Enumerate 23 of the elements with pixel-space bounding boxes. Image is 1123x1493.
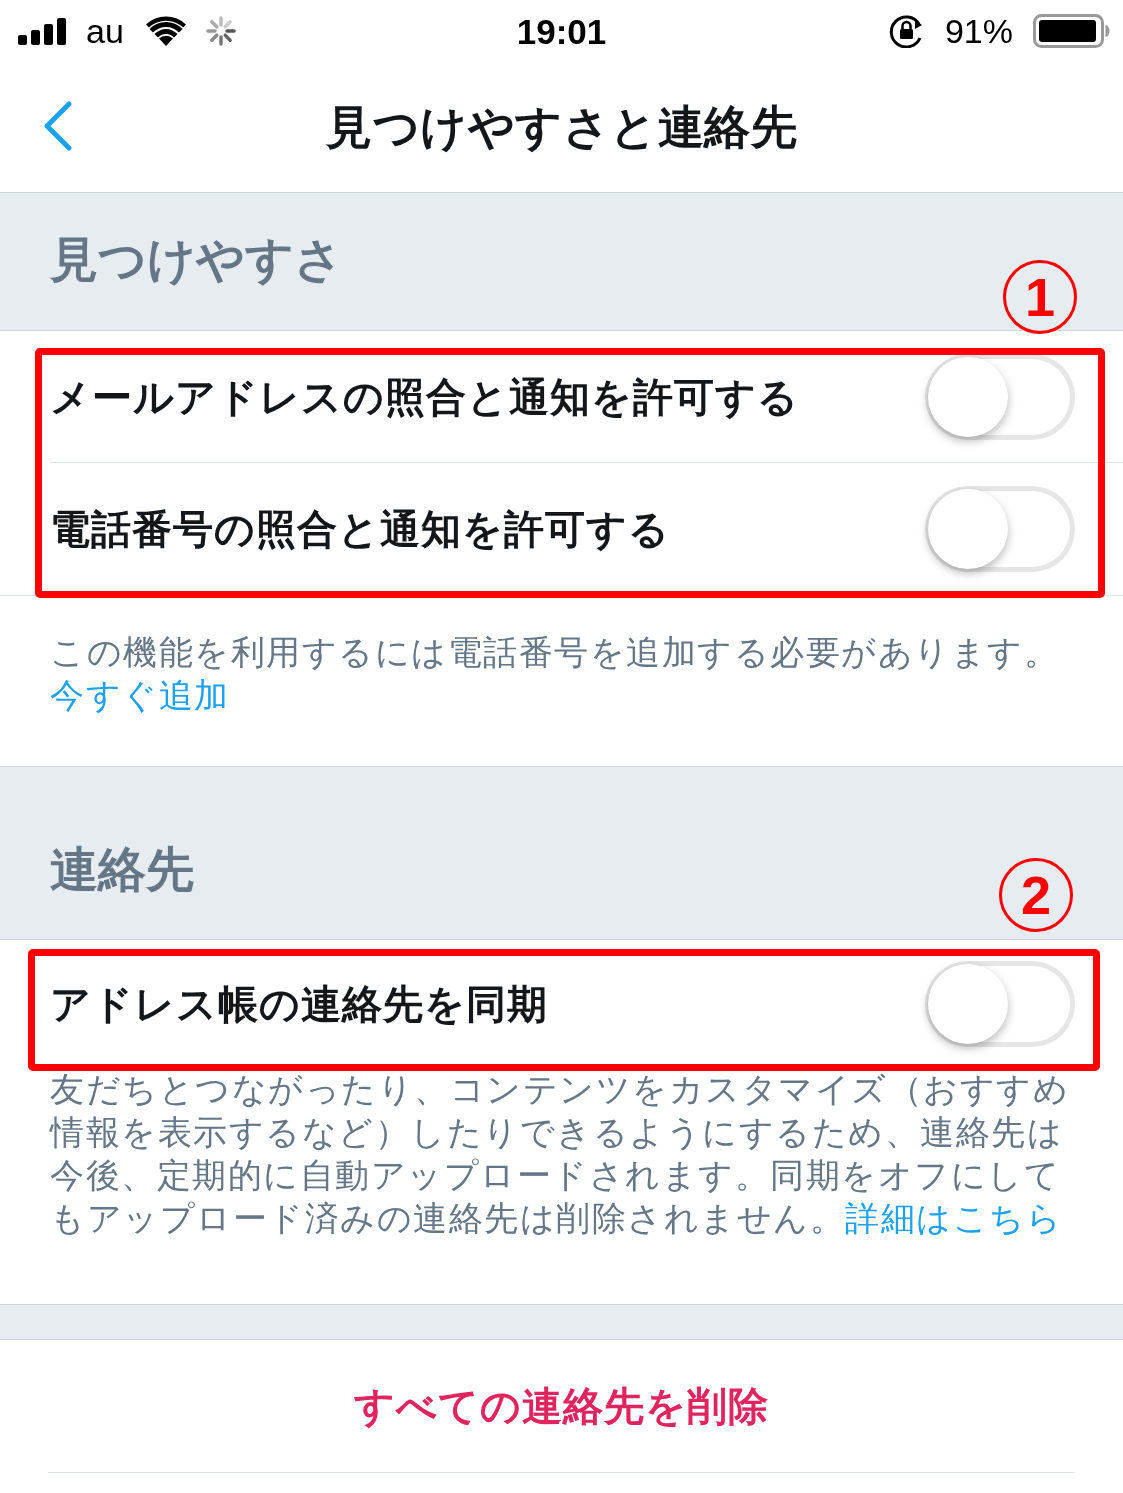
clock-time: 19:01 xyxy=(516,13,607,49)
footer-text: この機能を利用するには電話番号を追加する必要があります。 今すぐ追加 xyxy=(50,632,1060,716)
battery-percentage: 91% xyxy=(944,14,1013,48)
signal-icon xyxy=(18,17,66,45)
footer-text: 友だちとつながったり、コンテンツをカスタマイズ（おすすめ情報を表示するなど）したりできるようにするため、連絡先は今後、定期的に自動アップロードされます。同期をオフにしてもアップロード済みの連絡先は削除されません。詳細はこちら xyxy=(50,1069,1070,1239)
delete-all-contacts-button[interactable]: すべての連絡先を削除 xyxy=(346,1380,777,1432)
link[interactable]: 詳細はこちら xyxy=(845,1199,1062,1237)
screen-title: 見つけやすさと連絡先 xyxy=(326,104,797,150)
setting-label: アドレス帳の連絡先を同期 xyxy=(50,984,548,1024)
toggle-switch[interactable] xyxy=(925,354,1075,440)
battery-icon xyxy=(1033,14,1110,48)
carrier-name: au xyxy=(86,14,124,48)
toggle-switch[interactable] xyxy=(925,486,1075,572)
wifi-icon xyxy=(145,16,186,46)
toggle-switch[interactable] xyxy=(925,961,1075,1047)
section-header: 連絡先 xyxy=(50,842,194,898)
setting-label: メールアドレスの照合と通知を許可する xyxy=(50,377,799,417)
link[interactable]: 今すぐ追加 xyxy=(50,676,230,714)
activity-spinner-icon xyxy=(205,16,236,46)
annotation-number: 1 xyxy=(1003,260,1077,334)
section-header: 見つけやすさ xyxy=(50,232,343,288)
annotation-number: 2 xyxy=(999,858,1073,932)
setting-label: 電話番号の照合と通知を許可する xyxy=(50,509,670,549)
